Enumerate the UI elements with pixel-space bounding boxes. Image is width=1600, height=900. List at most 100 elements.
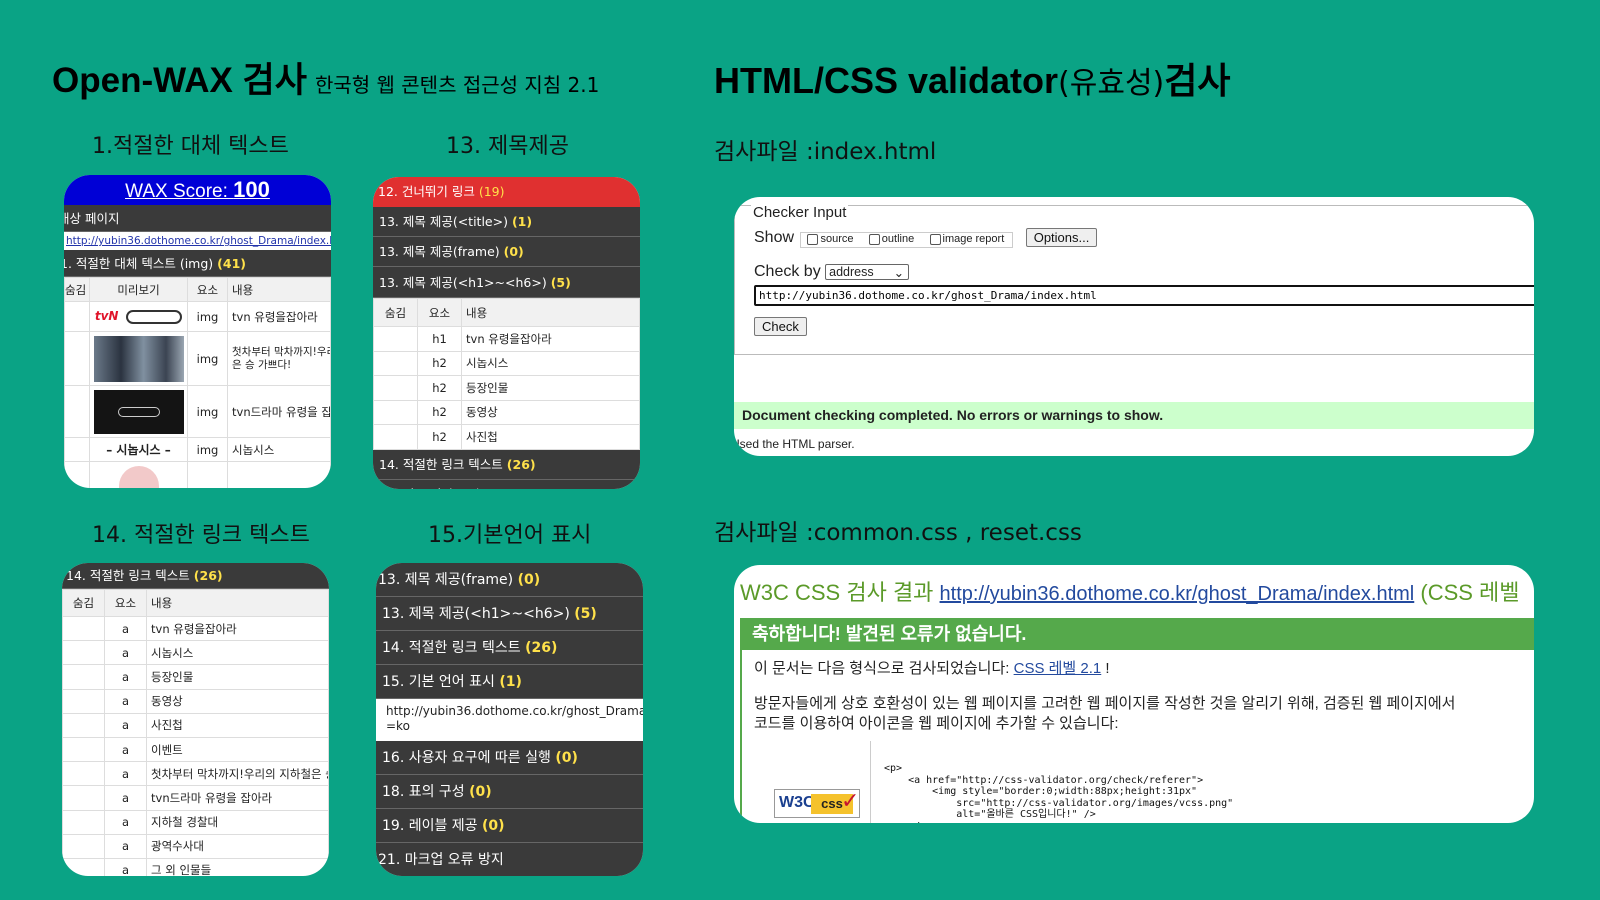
lang-bar[interactable]: 15. 기본 언어 표시 (1) — [376, 665, 643, 699]
table-structure-bar[interactable]: 18. 표의 구성 (0) — [376, 775, 643, 809]
heading-table: 숨김 요소 내용 h1 tvn 유령을잡아라 h2 시놉시스 h2 등장인물 h2 동영… — [373, 298, 640, 450]
cell-content: 시놉시스 — [146, 640, 329, 666]
col-hide: 숨김 — [373, 298, 418, 327]
file-label-css: 검사파일 :common.css , reset.css — [714, 520, 1082, 546]
bar-count: (0) — [517, 572, 541, 588]
heading-bar[interactable]: 13. 제목 제공(<h1>~<h6>) (5) — [376, 597, 643, 631]
cell-tag: img — [187, 301, 228, 332]
label-provide-bar[interactable]: 19. 레이블 제공 (0) — [376, 809, 643, 843]
thumb-tvn-logo: tvN — [89, 301, 188, 332]
wax-score-label: WAX Score: — [125, 181, 234, 202]
target-url-link[interactable]: http://yubin36.dothome.co.kr/ghost_Drama… — [64, 232, 331, 250]
checker-input-legend: Checker Input — [751, 204, 849, 221]
css-level-link[interactable]: CSS 레벨 2.1 — [1014, 660, 1102, 677]
show-row: Show source outline image report Options… — [754, 228, 1098, 248]
frame-bar[interactable]: 13. 제목 제공(frame) (0) — [376, 563, 643, 597]
bar-label: 13. 제목 제공(frame) — [379, 244, 500, 259]
cell-tag: h2 — [417, 399, 462, 425]
badge-w3c-text: W3C — [779, 794, 815, 811]
cell-content: 첫차부터 막차까지!우리의 지하철은 승 — [146, 761, 329, 787]
address-input[interactable]: http://yubin36.dothome.co.kr/ghost_Drama… — [754, 285, 1534, 306]
bar-label: 14. 적절한 링크 텍스트 — [66, 568, 190, 583]
frame-bar[interactable]: 13. 제목 제공(frame) (0) — [373, 237, 640, 267]
cell-content: 지하철 경찰대 — [146, 809, 329, 835]
css-title-link[interactable]: http://yubin36.dothome.co.kr/ghost_Drama… — [940, 583, 1415, 605]
bar-count: (0) — [555, 750, 578, 766]
profile-line-text: 이 문서는 다음 형식으로 검사되었습니다: — [754, 660, 1014, 677]
skip-link-label: 12. 건너뛰기 링크 — [378, 184, 475, 199]
table-row: a 지하철 경찰대 — [62, 809, 329, 835]
css-info-line3: 코드를 이용하여 아이콘을 웹 페이지에 추가할 수 있습니다: — [754, 715, 1119, 732]
cell-tag: img — [187, 385, 228, 438]
validator-heading: HTML/CSS validator(유효성)검사 — [714, 52, 1231, 104]
cell-tag: a — [104, 640, 147, 666]
cell-tag: a — [104, 809, 147, 835]
check-button[interactable]: Check — [754, 317, 807, 336]
source-label: source — [820, 233, 854, 245]
validator-title-paren: (유효성) — [1058, 66, 1165, 101]
alt-section-label: 1. 적절한 대체 텍스트 (img) — [64, 256, 214, 271]
link-text-bar[interactable]: 14. 적절한 링크 텍스트 (26) — [373, 449, 640, 480]
label-alt-text: 1.적절한 대체 텍스트 — [92, 134, 289, 159]
check-by-select[interactable]: address ⌄ — [825, 264, 910, 280]
cell-content-line1: 첫차부터 막차까지!우리의 — [232, 345, 330, 358]
options-button[interactable]: Options... — [1025, 228, 1098, 247]
check-by-value: address — [829, 265, 874, 279]
table-row — [64, 461, 331, 488]
source-checkbox[interactable] — [807, 233, 819, 245]
profile-line-post: ! — [1101, 660, 1110, 677]
title-tag-bar[interactable]: 13. 제목 제공(<title>) (1) — [373, 207, 640, 237]
alt-section-bar[interactable]: 1. 적절한 대체 텍스트 (img) (41) — [64, 250, 331, 277]
table-row: h2 등장인물 — [373, 375, 640, 401]
col-content: 내용 — [227, 277, 331, 302]
cell-tag: a — [104, 761, 147, 787]
cell-content: 동영상 — [461, 399, 640, 425]
wax-panel-alt-text: WAX Score: 100 대상 페이지 http://yubin36.dot… — [64, 175, 331, 488]
link-text-bar[interactable]: 14. 적절한 링크 텍스트 (26) — [376, 631, 643, 665]
css-profile-line: 이 문서는 다음 형식으로 검사되었습니다: CSS 레벨 2.1 ! — [754, 657, 1110, 678]
green-side-border — [740, 650, 742, 823]
valid-css-badge: W3C css ✓ — [774, 788, 860, 818]
cell-content: 사진첩 — [146, 712, 329, 738]
file-label-html: 검사파일 :index.html — [714, 139, 937, 165]
cell-tag: h2 — [417, 350, 462, 376]
cell-content: 시놉시스 — [461, 350, 640, 376]
wax-score-bar[interactable]: WAX Score: 100 — [64, 175, 331, 205]
lang-url-line1: http://yubin36.dothome.co.kr/ghost_Drama… — [386, 704, 643, 718]
cell-tag: a — [104, 736, 147, 763]
outline-checkbox[interactable] — [868, 233, 880, 245]
lang-bar-cut[interactable]: 15. 기본 언어 표시 — [373, 479, 640, 489]
col-tag: 요소 — [104, 589, 147, 617]
bar-count: (0) — [482, 818, 505, 834]
col-content: 내용 — [146, 589, 329, 617]
thumb-dark-cell — [89, 385, 188, 438]
cell-content: 사진첩 — [461, 424, 640, 450]
markup-error-bar[interactable]: 21. 마크업 오류 방지 — [376, 843, 643, 876]
image-report-checkbox[interactable] — [929, 233, 941, 245]
skip-link-bar[interactable]: 12. 건너뛰기 링크 (19) — [373, 177, 640, 207]
link-text-section-bar[interactable]: 14. 적절한 링크 텍스트 (26) — [62, 563, 329, 589]
cell-tag: a — [104, 664, 147, 690]
css-title-tail: (CSS 레벨 — [1414, 580, 1520, 605]
wax-panel-lang: 13. 제목 제공(frame) (0) 13. 제목 제공(<h1>~<h6>… — [376, 563, 643, 876]
heading-bar[interactable]: 13. 제목 제공(<h1>~<h6>) (5) — [373, 267, 640, 298]
table-row: a 이벤트 — [62, 736, 329, 763]
col-hide: 숨김 — [62, 589, 105, 617]
bar-count: (5) — [574, 606, 597, 622]
cell-tag: img — [187, 437, 228, 462]
bar-count: (26) — [506, 456, 536, 472]
col-hide: 숨김 — [64, 277, 90, 302]
label-link-text: 14. 적절한 링크 텍스트 — [92, 523, 310, 548]
table-row: a 동영상 — [62, 688, 329, 714]
cell-content: tvn드라마 유령을 잡아 — [227, 385, 331, 438]
css-validator-panel: W3C CSS 검사 결과 http://yubin36.dothome.co.… — [734, 565, 1534, 823]
table-row: a 등장인물 — [62, 664, 329, 690]
skip-link-count: (19) — [478, 184, 505, 199]
bar-label: 19. 레이블 제공 — [382, 818, 478, 834]
thumb-photo-cell — [89, 331, 188, 386]
cell-content: 등장인물 — [146, 664, 329, 690]
user-request-bar[interactable]: 16. 사용자 요구에 따른 실행 (0) — [376, 741, 643, 775]
bar-label: 18. 표의 구성 — [382, 784, 465, 800]
html-validator-panel: Checker Input Show source outline image … — [734, 197, 1534, 456]
alt-table: 숨김 미리보기 요소 내용 tvN img tvn 유령을잡아라 img 첫차부… — [64, 277, 331, 488]
